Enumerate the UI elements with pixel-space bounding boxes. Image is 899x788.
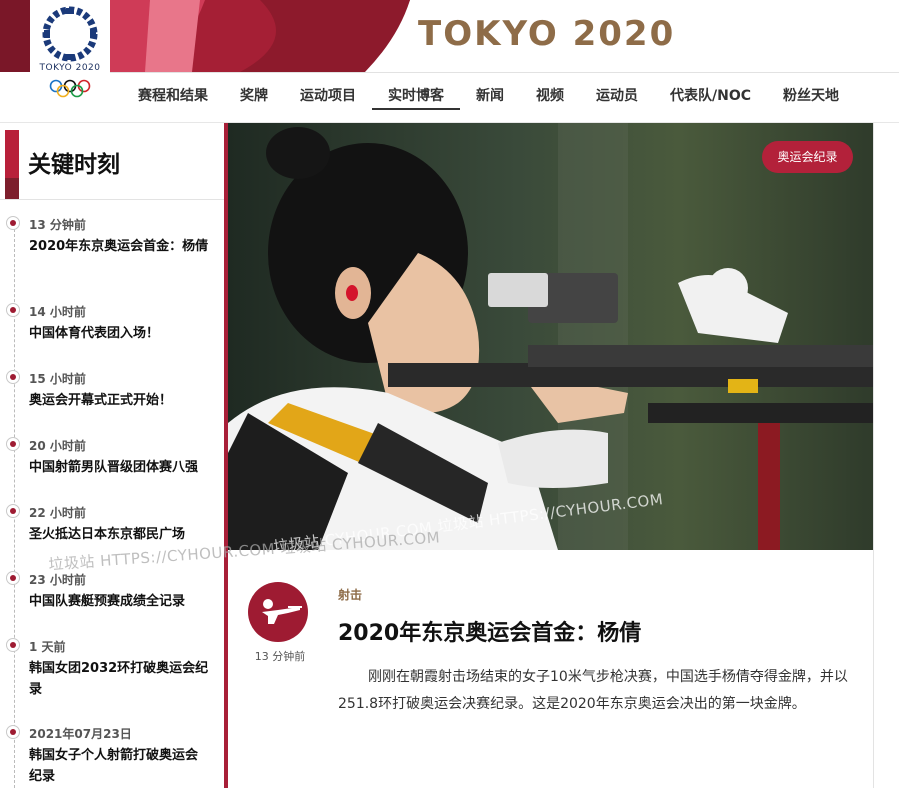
- nav-item-videos[interactable]: 视频: [520, 82, 580, 110]
- article-body: 刚刚在朝霞射击场结束的女子10米气步枪决赛，中国选手杨倩夺得金牌，并以251.8…: [338, 669, 848, 712]
- timeline-dot-icon: [6, 303, 20, 317]
- timeline-dot-icon: [6, 638, 20, 652]
- sidebar-accent-bar: [5, 130, 19, 200]
- timeline-dot-icon: [6, 437, 20, 451]
- timeline-dot-icon: [6, 725, 20, 739]
- moment-title[interactable]: 2020年东京奥运会首金：杨倩: [29, 236, 209, 257]
- moment-time: 13 分钟前: [29, 218, 86, 232]
- timeline-dot-icon: [6, 571, 20, 585]
- brand-title[interactable]: TOKYO 2020: [418, 14, 675, 54]
- olympic-rings-icon: [49, 79, 91, 98]
- timeline-dot-icon: [6, 370, 20, 384]
- logo-text: TOKYO 2020: [39, 63, 101, 73]
- moment-time: 14 小时前: [29, 305, 86, 319]
- moment-time: 20 小时前: [29, 439, 86, 453]
- nav-item-news[interactable]: 新闻: [460, 82, 520, 110]
- moment-title[interactable]: 韩国女团2032环打破奥运会纪录: [29, 658, 209, 700]
- moment-title[interactable]: 中国体育代表团入场！: [29, 323, 209, 344]
- moment-title[interactable]: 韩国女子个人射箭打破奥运会纪录: [29, 745, 209, 787]
- emblem-icon: [42, 6, 98, 62]
- moment-time: 2021年07月23日: [29, 727, 132, 741]
- main-nav: 赛程和结果 奖牌 运动项目 实时博客 新闻 视频 运动员 代表队/NOC 粉丝天…: [122, 82, 855, 114]
- shooting-icon: [248, 582, 308, 642]
- olympic-record-badge[interactable]: 奥运会纪录: [762, 141, 853, 173]
- content-right-border: [873, 123, 874, 788]
- nav-item-fan-zone[interactable]: 粉丝天地: [767, 82, 855, 110]
- timeline-dot-icon: [6, 216, 20, 230]
- moment-time: 1 天前: [29, 640, 66, 654]
- nav-item-schedule[interactable]: 赛程和结果: [122, 82, 224, 110]
- site-header: TOKYO 2020 TOKYO 2020 赛程和结果 奖牌 运动项目 实时博客…: [0, 0, 899, 123]
- nav-item-teams[interactable]: 代表队/NOC: [654, 82, 767, 110]
- timeline-dot-icon: [6, 504, 20, 518]
- moment-title[interactable]: 奥运会开幕式正式开始！: [29, 390, 209, 411]
- sidebar-title: 关键时刻: [28, 152, 120, 178]
- nav-item-athletes[interactable]: 运动员: [580, 82, 654, 110]
- article-title[interactable]: 2020年东京奥运会首金：杨倩: [338, 615, 641, 647]
- nav-item-sports[interactable]: 运动项目: [284, 82, 372, 110]
- moment-time: 22 小时前: [29, 506, 86, 520]
- moment-title[interactable]: 圣火抵达日本东京都民广场: [29, 524, 209, 545]
- article-time: 13 分钟前: [254, 650, 306, 663]
- moment-title[interactable]: 中国队赛艇预赛成绩全记录: [29, 591, 209, 612]
- tokyo2020-logo[interactable]: TOKYO 2020: [30, 0, 110, 100]
- key-moments-sidebar: 关键时刻 13 分钟前 2020年东京奥运会首金：杨倩 14 小时前 中国体育代…: [0, 123, 224, 788]
- hero-image[interactable]: [228, 123, 873, 550]
- sidebar-divider: [0, 199, 224, 200]
- header-divider: [110, 72, 899, 73]
- nav-item-live-blog[interactable]: 实时博客: [372, 82, 460, 110]
- moment-title[interactable]: 中国射箭男队晋级团体赛八强: [29, 457, 209, 478]
- nav-item-medals[interactable]: 奖牌: [224, 82, 284, 110]
- moment-time: 15 小时前: [29, 372, 86, 386]
- athlete-photo-icon: [228, 123, 873, 550]
- article-category[interactable]: 射击: [338, 586, 362, 603]
